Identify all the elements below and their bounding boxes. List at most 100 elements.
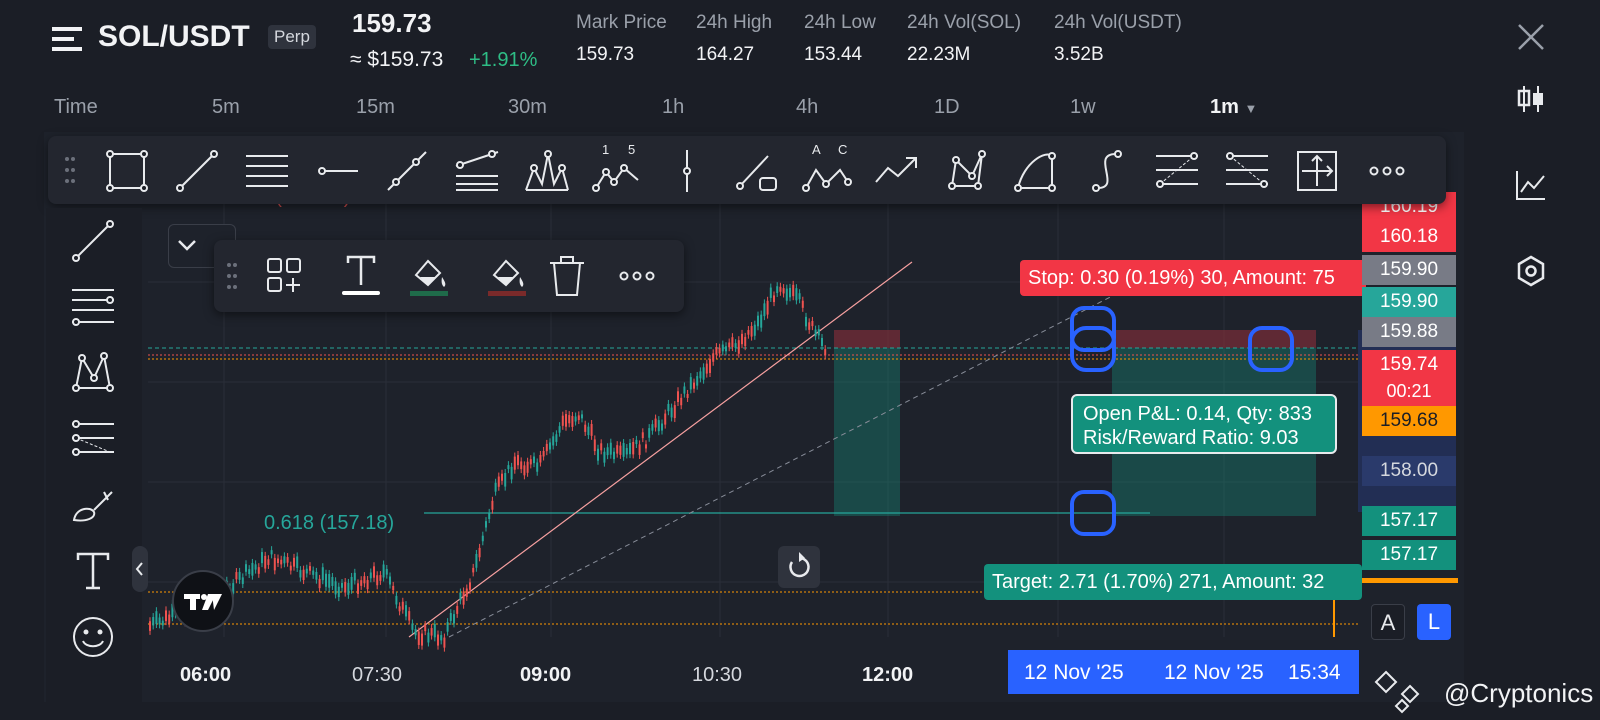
tf-1m-label: 1m <box>1210 96 1239 118</box>
more-icon[interactable] <box>1362 146 1412 196</box>
candle-body <box>430 628 433 636</box>
candle-body <box>241 577 244 585</box>
tf-1w[interactable]: 1w <box>1070 96 1096 119</box>
candle-body <box>555 434 558 442</box>
candle-body <box>798 293 801 300</box>
candle-body <box>664 413 667 425</box>
price-tag: 159.90 <box>1362 255 1456 285</box>
timeframe-bar: Time 5m 15m 30m 1h 4h 1D 1w 1m ▼ <box>0 92 1460 126</box>
candle-body <box>357 583 359 594</box>
candle-body <box>360 580 363 586</box>
auto-scale-button[interactable]: A <box>1371 604 1405 640</box>
candle-body <box>421 633 423 646</box>
log-scale-button[interactable]: L <box>1417 604 1451 640</box>
ray-icon[interactable] <box>382 146 432 196</box>
measure-icon[interactable] <box>1292 146 1342 196</box>
candle-body <box>395 595 398 605</box>
xabcd-pattern-icon[interactable] <box>942 146 992 196</box>
candle-body <box>757 315 759 327</box>
fib-retracement-icon[interactable] <box>1152 146 1202 196</box>
tf-4h[interactable]: 4h <box>796 96 818 119</box>
candle-body <box>808 322 811 330</box>
tradingview-logo <box>172 570 234 632</box>
arc-icon[interactable] <box>1012 146 1062 196</box>
candle-body <box>245 564 247 572</box>
vertical-line-icon[interactable] <box>662 146 712 196</box>
pattern-tool-icon[interactable] <box>68 348 118 398</box>
candle-body <box>776 286 779 293</box>
candle-body <box>600 443 603 451</box>
text-icon[interactable] <box>336 251 386 301</box>
watermark-text: @Cryptonics <box>1444 678 1594 708</box>
tf-15m[interactable]: 15m <box>356 96 395 119</box>
curve-icon[interactable] <box>1082 146 1132 196</box>
settings-icon[interactable] <box>1514 254 1548 288</box>
text-tool-icon[interactable] <box>68 546 118 596</box>
symbol-title[interactable]: SOL/USDT <box>98 20 250 54</box>
candle-body <box>789 287 791 298</box>
tf-time[interactable]: Time <box>54 96 98 119</box>
candle-body <box>405 605 407 617</box>
fill-color-icon[interactable] <box>482 251 532 301</box>
candle-body <box>750 326 753 337</box>
emoji-tool-icon[interactable] <box>68 612 118 662</box>
candle-body <box>622 443 625 457</box>
drag-handle-icon[interactable] <box>64 156 76 184</box>
abcd-pattern-icon[interactable]: A C <box>802 142 852 200</box>
fib-extension-icon[interactable] <box>1222 146 1272 196</box>
candle-body <box>581 414 583 419</box>
brush-tool-icon[interactable] <box>68 480 118 530</box>
candle-body <box>318 578 321 589</box>
channel-icon[interactable] <box>452 146 502 196</box>
more-icon[interactable] <box>612 251 662 301</box>
pattern-icon[interactable] <box>522 146 572 196</box>
line-color-icon[interactable] <box>404 251 454 301</box>
price-tag: 157.17 <box>1362 540 1456 570</box>
candle-body <box>616 445 619 454</box>
candle-body <box>638 444 641 455</box>
candle-body <box>597 448 599 461</box>
candle-body <box>273 557 276 571</box>
tf-30m[interactable]: 30m <box>508 96 547 119</box>
side-collapse-handle[interactable] <box>132 546 148 592</box>
candle-body <box>427 632 430 643</box>
candle-body <box>517 455 519 466</box>
candle-body <box>686 393 689 398</box>
template-icon[interactable] <box>260 251 310 301</box>
tf-1d[interactable]: 1D <box>934 96 960 119</box>
tf-5m[interactable]: 5m <box>212 96 240 119</box>
candle-body <box>347 582 350 595</box>
delete-icon[interactable] <box>542 251 592 301</box>
change-percent: +1.91% <box>469 49 538 71</box>
candle-body <box>475 553 478 568</box>
chevron-down-icon: ▼ <box>1244 101 1258 116</box>
drag-handle-icon[interactable] <box>226 262 238 290</box>
stat-value: 164.27 <box>696 44 755 65</box>
binance-icon <box>1374 670 1420 714</box>
price-tag: 159.90 <box>1362 287 1456 317</box>
line-tool-icon[interactable] <box>68 216 118 266</box>
prediction-tool-icon[interactable] <box>68 414 118 464</box>
reset-chart-button[interactable] <box>778 546 820 588</box>
elliott-wave-icon[interactable]: 1 5 <box>592 142 642 200</box>
arrow-marker-icon[interactable] <box>732 146 782 196</box>
candle-body <box>286 557 289 563</box>
tf-1h[interactable]: 1h <box>662 96 684 119</box>
horizontal-ray-icon[interactable] <box>312 146 362 196</box>
close-icon[interactable] <box>1516 22 1546 52</box>
candle-body <box>385 568 388 575</box>
trend-line-icon[interactable] <box>172 146 222 196</box>
candle-body <box>785 288 788 301</box>
candle-body <box>587 426 590 436</box>
path-arrow-icon[interactable] <box>872 146 922 196</box>
candle-body <box>625 448 628 455</box>
candlestick-icon[interactable] <box>1514 82 1548 116</box>
horizontal-lines-icon[interactable] <box>242 146 292 196</box>
candle-body <box>280 559 283 565</box>
indicators-icon[interactable] <box>1514 168 1548 202</box>
fib-tool-icon[interactable] <box>68 282 118 332</box>
rectangle-icon[interactable] <box>102 146 152 196</box>
candle-body <box>725 346 727 352</box>
menu-icon[interactable] <box>52 26 82 52</box>
tf-1m[interactable]: 1m ▼ <box>1210 96 1257 119</box>
